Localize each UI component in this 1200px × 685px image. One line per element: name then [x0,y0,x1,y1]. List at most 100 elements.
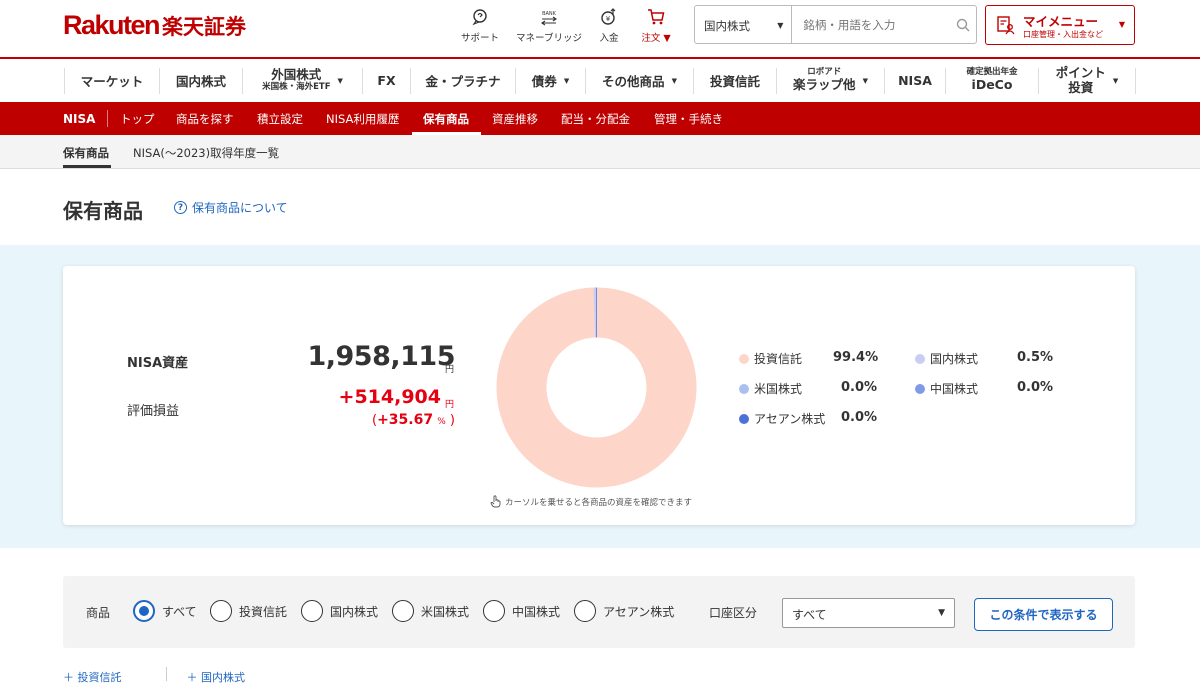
search-input[interactable] [792,6,950,43]
subnav-nisa-history[interactable]: NISA利用履歴 [326,111,399,127]
my-menu-button[interactable]: マイメニュー 口座管理・入出金など ▼ [985,5,1135,45]
svg-text:BANK: BANK [542,11,557,17]
nav-label: FX [377,73,396,88]
subnav-find-products[interactable]: 商品を探す [176,111,234,127]
nav-bonds[interactable]: 債券 ▼ [516,59,585,102]
radio-circle[interactable] [483,600,505,622]
nav-mutual-funds[interactable]: 投資信託 [694,59,776,102]
search-box: 国内株式 ▼ [694,5,977,44]
nav-domestic-stock[interactable]: 国内株式 [160,59,242,102]
tab-acquisition-year-list[interactable]: NISA(〜2023)取得年度一覧 [133,145,279,161]
yen-unit: 円 [445,365,455,375]
radio-china-stock[interactable]: 中国株式 [483,600,560,622]
unrealized-pl-percent: (+35.67 % ) [372,412,455,428]
radio-label: 国内株式 [330,604,379,619]
apply-filter-button[interactable]: この条件で表示する [974,598,1113,631]
radio-circle[interactable] [210,600,232,622]
nav-fx[interactable]: FX [363,59,410,102]
subnav-management[interactable]: 管理・手続き [654,111,723,127]
nisa-asset-value: 1,958,115 [307,341,455,372]
radio-all[interactable]: すべて [133,600,197,622]
nisa-subnav: NISA トップ 商品を探す 積立設定 NISA利用履歴 保有商品 資産推移 配… [0,102,1200,135]
nav-label: 投資 [1068,79,1094,95]
nav-gold-platinum[interactable]: 金・プラチナ [411,59,515,102]
deposit-label: 入金 [599,33,619,44]
money-bridge-label: マネーブリッジ [516,33,582,44]
support-link[interactable]: サポート [458,8,502,44]
search-category-value: 国内株式 [704,19,750,33]
chevron-down-icon: ▼ [938,608,945,618]
unrealized-pl-value: +514,904 [338,386,441,408]
tab-holdings[interactable]: 保有商品 [63,145,109,161]
nav-ideco[interactable]: 確定拠出年金 iDeCo [946,59,1038,102]
subnav-top[interactable]: トップ [120,111,155,127]
legend-value: 0.0% [841,380,878,395]
subnav-dividends[interactable]: 配当・分配金 [561,111,630,127]
chevron-down-icon: ▼ [337,76,343,85]
tab-mutual-funds[interactable]: ＋ 投資信託 [63,669,144,685]
allocation-donut-chart[interactable] [496,287,697,488]
nav-other-products[interactable]: その他商品 ▼ [586,59,693,102]
account-type-select[interactable]: すべて ▼ [782,598,955,628]
document-person-icon [996,15,1016,39]
nav-point-investment[interactable]: ポイント 投資 ▼ [1039,59,1135,102]
legend-label: 米国株式 [754,382,803,396]
deposit-icon: ¥ [594,8,624,26]
logo-text: Rakuten [63,10,161,40]
my-menu-title: マイメニュー [1023,14,1099,29]
rakuten-logo[interactable]: Rakuten 楽天証券 [63,10,246,40]
order-menu[interactable]: 注文 ▼ [636,8,676,44]
legend-dot [739,353,749,364]
nav-nisa[interactable]: NISA [885,59,945,102]
radio-circle[interactable] [133,600,155,622]
nav-label-group: 確定拠出年金 iDeCo [966,68,1017,92]
legend-value: 99.4% [833,350,879,365]
paren-close: ) [449,413,455,428]
page-title: 保有商品 [63,199,143,223]
legend-label: アセアン株式 [754,412,826,426]
nav-label-group: 外国株式 米国株・海外ETF [262,68,330,92]
radio-us-stock[interactable]: 米国株式 [392,600,469,622]
nav-robo-advisor[interactable]: ロボアド 楽ラップ他 ▼ [777,59,884,102]
chevron-down-icon: ▼ [1112,76,1119,85]
radio-domestic-stock[interactable]: 国内株式 [301,600,378,622]
radio-circle[interactable] [301,600,323,622]
svg-text:¥: ¥ [606,15,611,23]
chevron-down-icon: ▼ [777,21,784,30]
subnav-savings-setup[interactable]: 積立設定 [257,111,303,127]
legend-item: 国内株式 [915,350,978,367]
help-link[interactable]: ? 保有商品について [174,199,288,216]
legend-dot [915,383,925,394]
chevron-down-icon: ▼ [1118,20,1125,29]
nav-divider [1135,68,1136,94]
legend-value: 0.5% [1017,350,1054,365]
nav-label: その他商品 [602,74,665,89]
filter-panel: 商品 すべて 投資信託 国内株式 米国株式 中国株式 アセアン株式 口座区分 す… [63,576,1135,648]
nisa-tag[interactable]: NISA [63,112,95,126]
radio-mutual-funds[interactable]: 投資信託 [210,600,287,622]
subnav-asset-trend[interactable]: 資産推移 [492,111,538,127]
radio-label: 投資信託 [239,604,288,619]
support-icon [458,8,502,26]
nav-market[interactable]: マーケット [65,59,159,102]
radio-label: 米国株式 [421,604,470,619]
search-icon[interactable] [949,6,976,43]
nav-foreign-stock[interactable]: 外国株式 米国株・海外ETF ▼ [243,59,362,102]
nav-label: NISA [898,73,932,88]
legend-label: 中国株式 [930,382,979,396]
subnav-holdings[interactable]: 保有商品 [423,111,469,127]
holdings-category-tabs: ＋ 投資信託 ＋ 国内株式 [63,667,289,685]
tab-divider [165,667,167,681]
deposit-link[interactable]: ¥ 入金 [594,8,624,44]
chart-hint-text: カーソルを乗せると各商品の資産を確認できます [505,497,693,508]
radio-label: アセアン株式 [603,604,675,619]
top-header: Rakuten 楽天証券 サポート BANK マネーブリッジ ¥ 入金 注文 ▼… [0,0,1200,58]
tab-domestic-stock[interactable]: ＋ 国内株式 [187,669,268,685]
logo-jp-text: 楽天証券 [162,15,247,39]
radio-circle[interactable] [574,600,596,622]
money-bridge-link[interactable]: BANK マネーブリッジ [513,8,585,44]
radio-asean-stock[interactable]: アセアン株式 [574,600,674,622]
account-type-label: 口座区分 [709,606,758,620]
search-category-select[interactable]: 国内株式 ▼ [695,6,793,43]
radio-circle[interactable] [392,600,414,622]
